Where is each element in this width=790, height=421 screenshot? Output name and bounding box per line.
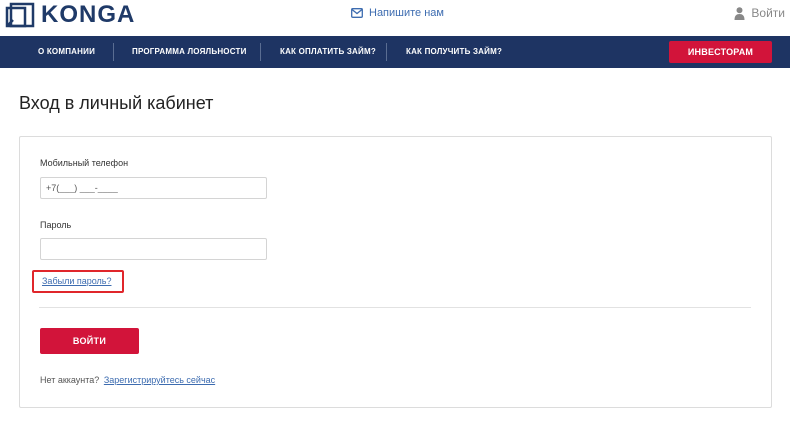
write-us-link[interactable]: Напишите нам: [351, 7, 444, 19]
register-link[interactable]: Зарегистрируйтесь сейчас: [104, 375, 215, 385]
site-header: KONGA Напишите нам Войти: [0, 0, 790, 36]
login-form-card: Мобильный телефон Пароль Забыли пароль? …: [19, 136, 772, 408]
logo[interactable]: KONGA: [5, 1, 135, 29]
page-title: Вход в личный кабинет: [19, 93, 214, 113]
nav-item-about[interactable]: О КОМПАНИИ: [38, 36, 95, 68]
forgot-password-link[interactable]: Забыли пароль?: [42, 276, 111, 286]
no-account-text: Нет аккаунта?: [40, 375, 100, 385]
header-login-label: Войти: [751, 6, 785, 20]
user-icon: [734, 6, 745, 20]
logo-text: KONGA: [41, 1, 136, 28]
form-divider: [39, 307, 751, 308]
header-login-link[interactable]: Войти: [734, 6, 785, 20]
login-button[interactable]: ВОЙТИ: [40, 328, 139, 354]
phone-label: Мобильный телефон: [40, 158, 129, 168]
nav-item-how-to-get[interactable]: КАК ПОЛУЧИТЬ ЗАЙМ?: [406, 36, 502, 68]
phone-input[interactable]: [40, 177, 267, 199]
main-nav: О КОМПАНИИ ПРОГРАММА ЛОЯЛЬНОСТИ КАК ОПЛА…: [0, 36, 790, 68]
nav-divider: [386, 43, 387, 61]
investors-button[interactable]: ИНВЕСТОРАМ: [669, 41, 772, 63]
password-input[interactable]: [40, 238, 267, 260]
mail-icon: [351, 8, 363, 18]
forgot-password-highlight: Забыли пароль?: [32, 270, 124, 293]
nav-divider: [260, 43, 261, 61]
write-us-label: Напишите нам: [369, 7, 444, 19]
nav-item-loyalty[interactable]: ПРОГРАММА ЛОЯЛЬНОСТИ: [132, 36, 247, 68]
register-row: Нет аккаунта? Зарегистрируйтесь сейчас: [40, 375, 215, 385]
nav-divider: [113, 43, 114, 61]
logo-icon: [5, 2, 35, 28]
password-label: Пароль: [40, 220, 72, 230]
nav-item-how-to-pay[interactable]: КАК ОПЛАТИТЬ ЗАЙМ?: [280, 36, 376, 68]
